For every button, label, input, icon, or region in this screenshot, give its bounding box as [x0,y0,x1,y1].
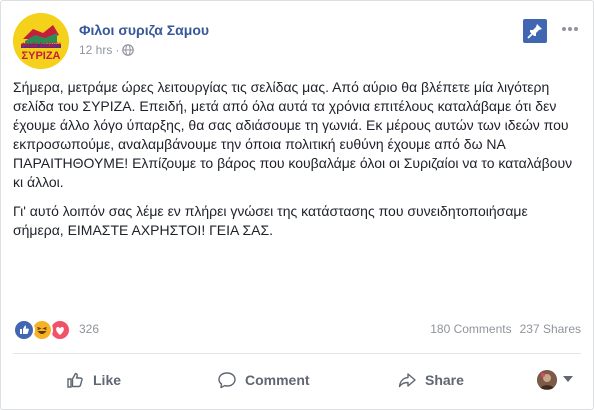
comment-bubble-icon [218,372,236,389]
actions-divider [13,353,581,354]
like-button[interactable]: Like [65,357,121,403]
post-actions-bar: Like Comment Share [13,357,581,403]
post-paragraph: Σήμερα, μετράμε ώρες λειτουργίας τις σελ… [13,79,573,190]
shares-count-link[interactable]: 237 Shares [520,322,581,336]
avatar-subtitle: ΦΙΛΟΙ ΣΑΜΟΥ [21,43,61,49]
post-stats: 326 180 Comments 237 Shares [13,319,581,341]
reaction-count[interactable]: 326 [79,322,99,336]
globe-icon[interactable] [122,44,135,56]
page-avatar[interactable]: ΦΙΛΟΙ ΣΑΜΟΥ ΣΥΡΙΖΑ [13,13,69,69]
post-paragraph: Γι' αυτό λοιπόν σας λέμε εν πλήρει γνώσε… [13,203,528,238]
post-body: Σήμερα, μετράμε ώρες λειτουργίας τις σελ… [13,78,573,250]
post-as-selector[interactable] [537,368,581,392]
share-label: Share [425,372,464,388]
share-arrow-icon [398,373,416,388]
post-timestamp[interactable]: 12 hrs [79,43,112,57]
engagement-counts: 180 Comments 237 Shares [422,322,581,336]
chevron-down-icon [563,376,573,382]
pin-button[interactable] [523,19,547,43]
share-button[interactable]: Share [397,357,464,403]
post-header: ΦΙΛΟΙ ΣΑΜΟΥ ΣΥΡΙΖΑ Φιλοι συριζα Σαμου 12… [13,13,581,69]
comment-label: Comment [245,372,310,388]
avatar-title: ΣΥΡΙΖΑ [21,50,61,62]
post-card: ΦΙΛΟΙ ΣΑΜΟΥ ΣΥΡΙΖΑ Φιλοι συριζα Σαμου 12… [0,0,594,410]
more-dots-icon [562,27,578,31]
post-meta: 12 hrs · [79,43,135,57]
comment-button[interactable]: Comment [217,357,310,403]
meta-separator: · [115,43,120,57]
comments-count-link[interactable]: 180 Comments [430,322,511,336]
pin-icon [527,24,542,39]
like-reaction-icon [13,319,35,341]
viewer-avatar [537,370,557,390]
thumbs-up-icon [67,372,83,388]
page-name-link[interactable]: Φιλοι συριζα Σαμου [79,22,209,38]
like-label: Like [93,372,122,388]
more-options-button[interactable] [559,21,581,41]
